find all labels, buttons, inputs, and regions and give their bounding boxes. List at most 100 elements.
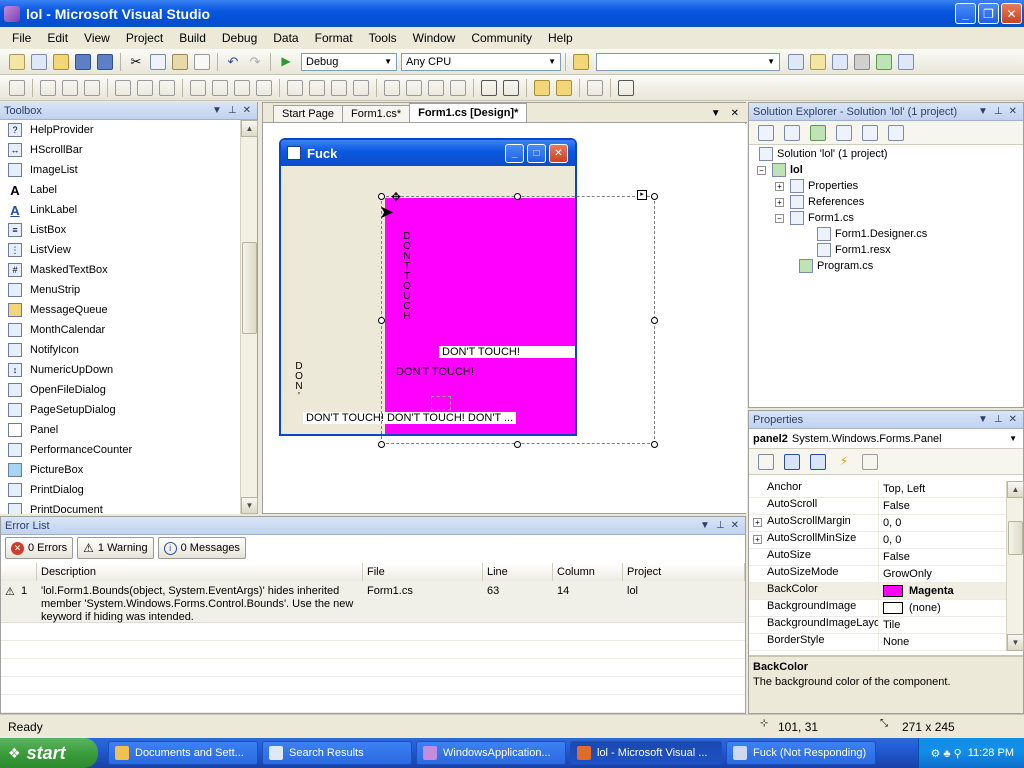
decrease-horizontal-spacing-icon[interactable] <box>331 79 347 96</box>
property-row-backcolor[interactable]: BackColor Magenta <box>749 583 1007 600</box>
smart-tag-icon[interactable]: ▸ <box>637 190 647 200</box>
dropdown-arrow-icon[interactable]: ▼ <box>978 106 988 117</box>
refresh-icon[interactable] <box>810 124 826 141</box>
paste-icon[interactable] <box>172 53 188 70</box>
property-value[interactable]: False <box>879 498 910 514</box>
align-middles-icon[interactable] <box>137 79 153 96</box>
collapse-icon[interactable]: − <box>757 165 766 175</box>
object-selector[interactable]: panel2 System.Windows.Forms.Panel ▼ <box>749 429 1023 449</box>
toolbox-item-label[interactable]: A Label <box>0 180 240 200</box>
toolbox-item-linklabel[interactable]: A LinkLabel <box>0 200 240 220</box>
column-header-line[interactable]: Line <box>483 563 553 581</box>
events-lightning-icon[interactable]: ⚡ <box>836 454 852 470</box>
design-surface[interactable]: Fuck _ □ ✕ DONTTOUCH DON'T TOUCH! DON'T … <box>263 124 747 513</box>
start-button[interactable]: ❖ start <box>0 738 98 768</box>
property-value[interactable]: Magenta <box>879 583 954 599</box>
resize-handle[interactable] <box>651 193 658 200</box>
column-header-description[interactable]: Description <box>37 563 363 581</box>
toolbox-item-listview[interactable]: ⋮ ListView <box>0 240 240 260</box>
tab-form1-design[interactable]: Form1.cs [Design]* <box>409 103 528 122</box>
tree-project-lol[interactable]: − lol <box>757 163 803 177</box>
toolbox-item-panel[interactable]: Panel <box>0 420 240 440</box>
scroll-thumb[interactable] <box>1008 521 1023 555</box>
taskbar-item-documents[interactable]: Documents and Sett... <box>108 741 258 765</box>
property-row-borderstyle[interactable]: BorderStyle None <box>749 634 1007 651</box>
dropdown-arrow-icon[interactable]: ▼ <box>700 520 710 531</box>
expand-icon[interactable]: + <box>753 535 762 544</box>
alphabetical-icon[interactable] <box>784 453 800 470</box>
property-value[interactable]: GrowOnly <box>879 566 932 582</box>
tab-order-icon[interactable] <box>618 79 634 96</box>
menu-format[interactable]: Format <box>307 31 361 45</box>
taskbar-item-fuck[interactable]: Fuck (Not Responding) <box>726 741 876 765</box>
close-button[interactable]: ✕ <box>1001 3 1022 24</box>
remove-horizontal-spacing-icon[interactable] <box>353 79 369 96</box>
title-bar[interactable]: lol - Microsoft Visual Studio _ ❐ ✕ <box>0 0 1024 27</box>
tree-form1-designer[interactable]: Form1.Designer.cs <box>817 227 927 241</box>
resize-handle[interactable] <box>378 317 385 324</box>
start-page-icon[interactable] <box>876 53 892 70</box>
column-header-file[interactable]: File <box>363 563 483 581</box>
tab-list-dropdown-icon[interactable]: ▼ <box>711 108 721 119</box>
properties-view-icon[interactable] <box>810 453 826 470</box>
property-row-autoscroll[interactable]: AutoScroll False <box>749 498 1007 515</box>
center-horizontally-icon[interactable] <box>481 79 497 96</box>
tree-form1-resx[interactable]: Form1.resx <box>817 243 891 257</box>
dropdown-arrow-icon[interactable]: ▼ <box>978 414 988 425</box>
menu-data[interactable]: Data <box>265 31 306 45</box>
tray-icons[interactable]: ⚙ ♣ ⚲ <box>930 747 961 760</box>
lock-controls-icon[interactable] <box>587 79 603 96</box>
scroll-down-icon[interactable]: ▼ <box>1007 634 1024 651</box>
menu-help[interactable]: Help <box>540 31 581 45</box>
toolbox-item-performancecounter[interactable]: PerformanceCounter <box>0 440 240 460</box>
resize-handle[interactable] <box>378 193 385 200</box>
tree-form1[interactable]: − Form1.cs <box>775 211 854 225</box>
resize-handle[interactable] <box>651 441 658 448</box>
object-browser-icon[interactable] <box>832 53 848 70</box>
toolbox-item-listbox[interactable]: ≡ ListBox <box>0 220 240 240</box>
config-combo[interactable]: Debug ▼ <box>301 52 397 71</box>
open-file-icon[interactable] <box>53 53 69 70</box>
vertical-spacing-icon[interactable] <box>384 79 400 96</box>
clock[interactable]: 11:28 PM <box>968 747 1014 759</box>
property-row-autoscrollminsize[interactable]: + AutoScrollMinSize 0, 0 <box>749 532 1007 549</box>
pin-icon[interactable]: ⊥ <box>228 105 237 116</box>
make-same-height-icon[interactable] <box>212 79 228 96</box>
tree-properties[interactable]: + Properties <box>775 179 858 193</box>
save-all-icon[interactable] <box>97 53 113 70</box>
messages-toggle[interactable]: i0 Messages <box>157 537 246 559</box>
view-class-diagram-icon[interactable] <box>888 124 904 141</box>
copy-icon[interactable] <box>150 53 166 70</box>
increase-vertical-spacing-icon[interactable] <box>406 79 422 96</box>
tab-start-page[interactable]: Start Page <box>273 105 343 122</box>
redo-icon[interactable]: ↷ <box>247 54 263 70</box>
toolbox-item-hscrollbar[interactable]: ↔ HScrollBar <box>0 140 240 160</box>
send-to-back-icon[interactable] <box>556 79 572 96</box>
minimize-button[interactable]: _ <box>955 3 976 24</box>
increase-horizontal-spacing-icon[interactable] <box>309 79 325 96</box>
close-icon[interactable]: ✕ <box>243 105 251 116</box>
tab-form1-code[interactable]: Form1.cs* <box>341 105 411 122</box>
start-debugging-icon[interactable]: ▶ <box>278 54 294 70</box>
center-vertically-icon[interactable] <box>503 79 519 96</box>
categorized-icon[interactable] <box>758 453 774 470</box>
toolbox-item-helpprovider[interactable]: ? HelpProvider <box>0 120 240 140</box>
close-icon[interactable]: ✕ <box>731 520 739 531</box>
find-combo[interactable]: ▼ <box>596 52 780 71</box>
toolbox-item-monthcalendar[interactable]: MonthCalendar <box>0 320 240 340</box>
menu-view[interactable]: View <box>76 31 118 45</box>
collapse-icon[interactable]: − <box>775 213 784 223</box>
property-value[interactable]: Top, Left <box>879 481 925 497</box>
toolbox-item-messagequeue[interactable]: MessageQueue <box>0 300 240 320</box>
column-header-num[interactable] <box>1 563 37 581</box>
remove-vertical-spacing-icon[interactable] <box>450 79 466 96</box>
size-to-grid-icon[interactable] <box>256 79 272 96</box>
pin-icon[interactable]: ⊥ <box>994 106 1003 117</box>
scroll-down-icon[interactable]: ▼ <box>241 497 258 514</box>
column-header-column[interactable]: Column <box>553 563 623 581</box>
bring-to-front-icon[interactable] <box>534 79 550 96</box>
toolbox-item-menustrip[interactable]: MenuStrip <box>0 280 240 300</box>
pin-icon[interactable]: ⊥ <box>716 520 725 531</box>
errors-toggle[interactable]: ✕ 0 Errors <box>5 537 74 559</box>
property-value[interactable]: Tile <box>879 617 900 633</box>
